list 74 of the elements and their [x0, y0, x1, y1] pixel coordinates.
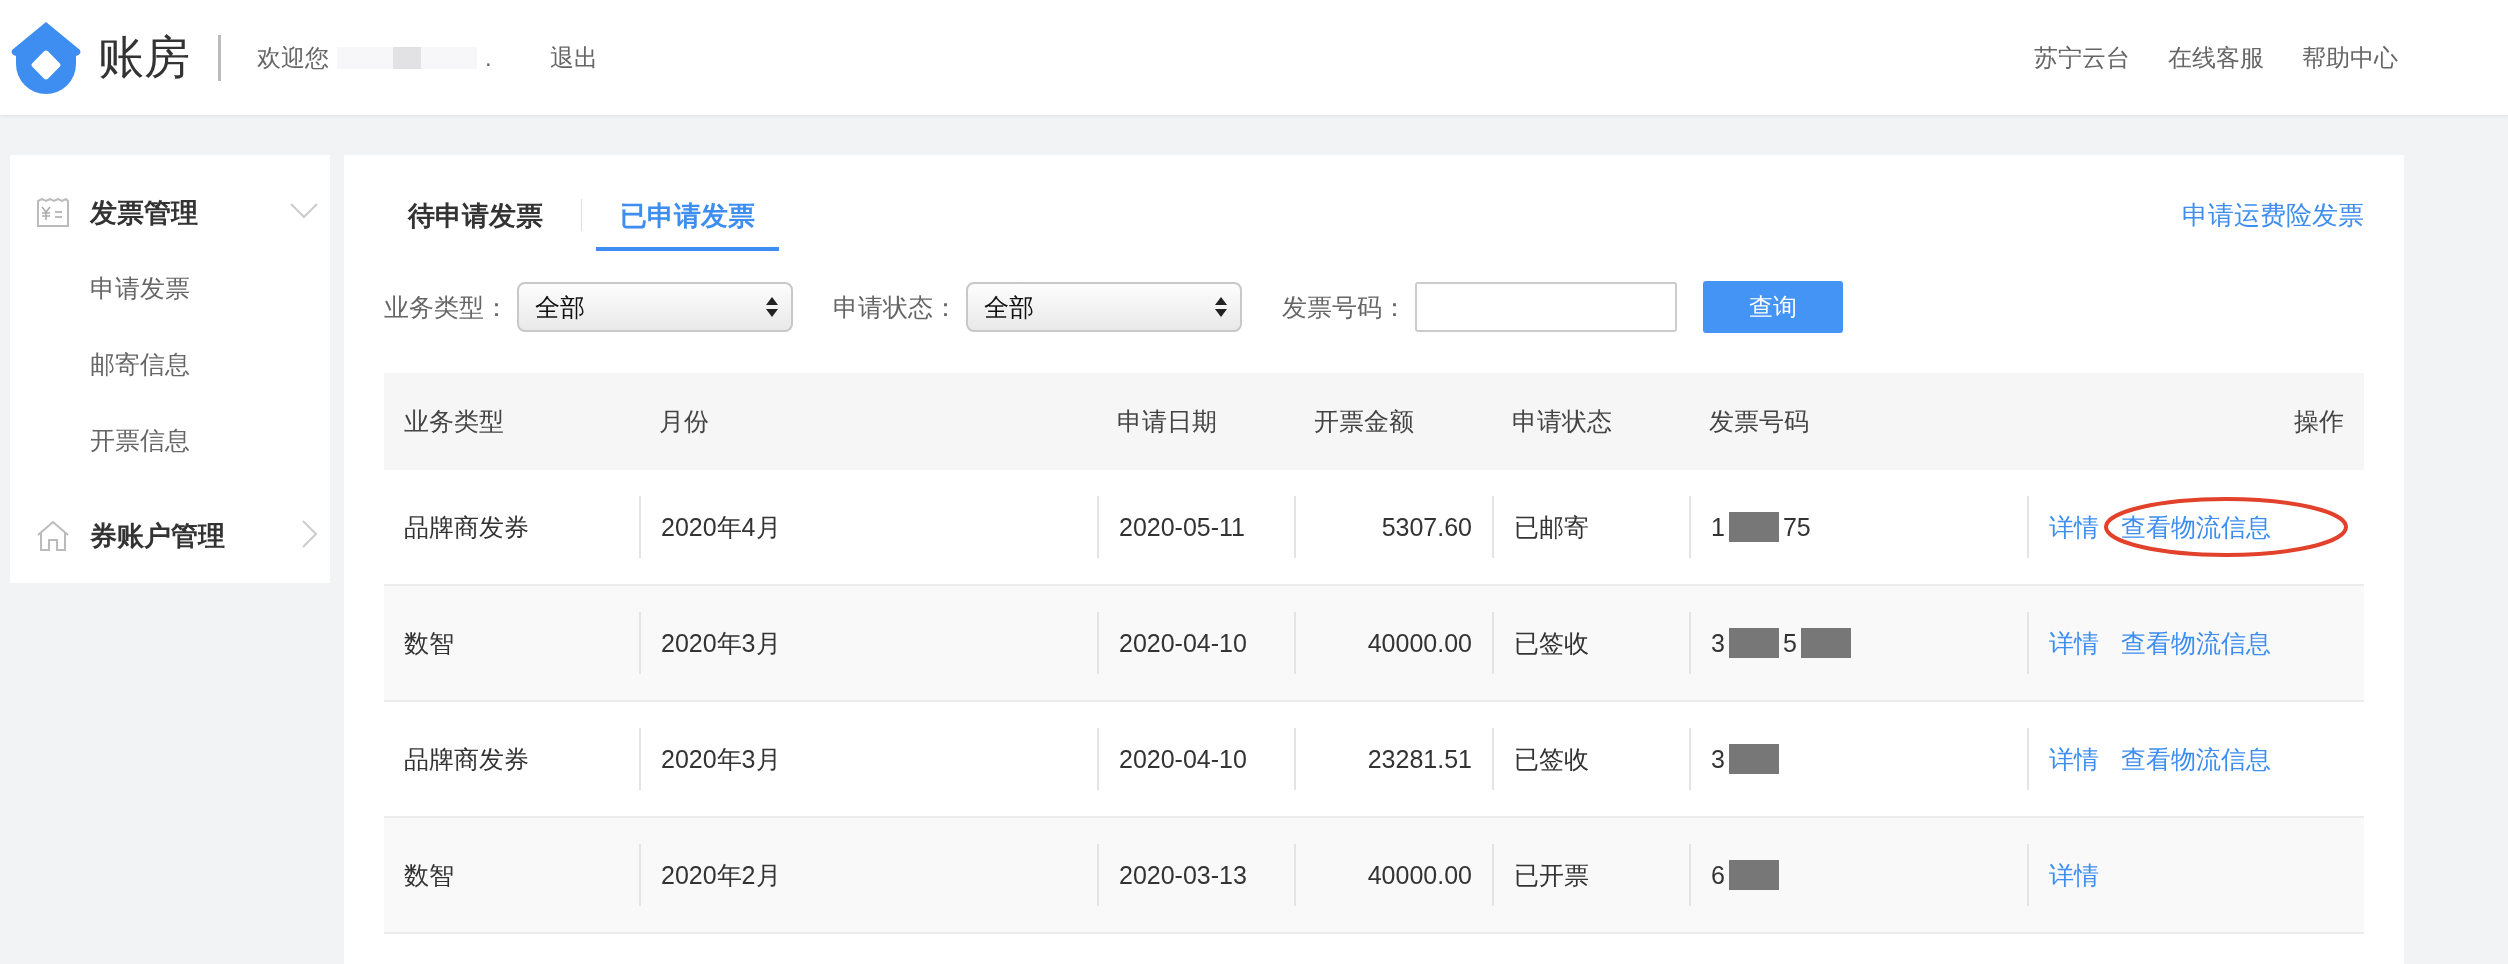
table-cell-text: 品牌商发券 — [403, 512, 530, 543]
invoice-number-fragment: 3 — [1711, 628, 1725, 659]
sidebar-item[interactable]: 开票信息 — [10, 402, 330, 478]
input-field[interactable] — [1415, 282, 1677, 332]
details-link[interactable]: 详情 — [2049, 612, 2099, 674]
redaction-mark — [1728, 628, 1779, 658]
redaction-mark — [1728, 860, 1779, 890]
header-link[interactable]: 在线客服 — [2168, 41, 2264, 74]
table-cell: 23281.51 — [1294, 728, 1492, 790]
table-cell: 5307.60 — [1294, 496, 1492, 558]
column-header: 申请日期 — [1116, 406, 1218, 437]
details-link[interactable]: 详情 — [2049, 496, 2099, 558]
apply-link[interactable]: 申请运费险发票 — [2182, 197, 2364, 233]
column-header: 开票金额 — [1313, 406, 1415, 437]
updown-arrows-icon — [1214, 295, 1228, 319]
column-header: 申请状态 — [1511, 406, 1613, 437]
table-cell-text: 品牌商发券 — [403, 744, 530, 775]
filter-label: 发票号码： — [1282, 291, 1407, 323]
sidebar-item[interactable]: 邮寄信息 — [10, 326, 330, 402]
filter-label: 申请状态： — [833, 291, 958, 323]
receipt-icon — [36, 197, 70, 228]
logistics-link[interactable]: 查看物流信息 — [2121, 728, 2271, 790]
details-link[interactable]: 详情 — [2049, 844, 2099, 906]
table-cell: 2020-03-13 — [1097, 844, 1294, 906]
column-header: 业务类型 — [403, 406, 505, 437]
logistics-link[interactable]: 查看物流信息 — [2121, 496, 2271, 558]
select-field[interactable]: 全部 — [966, 282, 1242, 332]
table-cell: 2020年3月 — [639, 612, 1097, 674]
table-cell-text: 数智 — [403, 860, 455, 891]
table-cell: 2020年4月 — [639, 496, 1097, 558]
logout-link[interactable]: 退出 — [549, 41, 598, 74]
logo-text: 账房 — [98, 29, 190, 85]
table-cell: 已邮寄 — [1492, 496, 1689, 558]
table-cell: 40000.00 — [1294, 612, 1492, 674]
redaction-mark — [1800, 628, 1851, 658]
tab[interactable]: 待申请发票 — [384, 187, 567, 251]
table-cell: 40000.00 — [1294, 844, 1492, 906]
sidebar-item[interactable]: 申请发票 — [10, 250, 330, 326]
table-cell: 2020-04-10 — [1097, 728, 1294, 790]
table-cell: 2020年2月 — [639, 844, 1097, 906]
redaction-mark — [1728, 512, 1779, 542]
details-link[interactable]: 详情 — [2049, 728, 2099, 790]
column-header: 月份 — [658, 406, 710, 437]
invoice-number-fragment: 5 — [1782, 628, 1797, 659]
table-cell-text: 数智 — [403, 628, 455, 659]
invoice-number-fragment: 3 — [1711, 744, 1725, 775]
house-icon — [36, 519, 70, 552]
invoice-number-fragment: 75 — [1782, 512, 1811, 543]
tab[interactable]: 已申请发票 — [596, 187, 779, 251]
chevron-down-icon[interactable] — [290, 202, 318, 219]
updown-arrows-icon — [765, 295, 779, 319]
select-field[interactable]: 全部 — [517, 282, 793, 332]
filter-label: 业务类型： — [384, 291, 509, 323]
sidebar-group-title[interactable]: 券账户管理 — [90, 517, 225, 554]
table-cell: 已签收 — [1492, 728, 1689, 790]
table-cell: 已开票 — [1492, 844, 1689, 906]
column-header: 发票号码 — [1708, 406, 1810, 437]
sidebar-group-title[interactable]: 发票管理 — [90, 194, 198, 231]
table-cell: 2020-04-10 — [1097, 612, 1294, 674]
logo-icon — [10, 19, 82, 96]
header-link[interactable]: 帮助中心 — [2302, 41, 2398, 74]
redaction-mark — [1728, 744, 1779, 774]
table-cell: 2020-05-11 — [1097, 496, 1294, 558]
column-header: 操作 — [2293, 406, 2345, 437]
chevron-right-icon[interactable] — [302, 519, 318, 548]
invoice-number-fragment: 6 — [1711, 860, 1725, 891]
header-link[interactable]: 苏宁云台 — [2034, 41, 2130, 74]
search-button[interactable]: 查询 — [1703, 281, 1843, 333]
invoice-number-fragment: 1 — [1711, 512, 1725, 543]
table-cell: 已签收 — [1492, 612, 1689, 674]
logistics-link[interactable]: 查看物流信息 — [2121, 612, 2271, 674]
table-cell: 2020年3月 — [639, 728, 1097, 790]
punctuation-text: . — [485, 43, 492, 72]
welcome-text: 欢迎您 — [257, 42, 329, 73]
